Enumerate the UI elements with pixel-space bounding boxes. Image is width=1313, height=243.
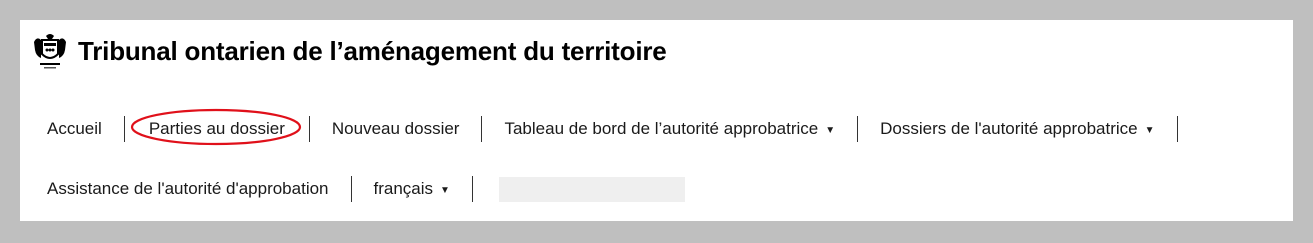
nav-divider: [481, 116, 483, 142]
nav-tableau-de-bord-label: Tableau de bord de l’autorité approbatri…: [504, 119, 819, 138]
nav-dossiers-autorite-label: Dossiers de l'autorité approbatrice: [880, 119, 1138, 138]
nav-divider: [308, 116, 310, 142]
nav-accueil-label: Accueil: [47, 119, 102, 138]
caret-down-icon: ▼: [440, 184, 450, 196]
nav-nouveau-dossier-label: Nouveau dossier: [331, 119, 460, 138]
secondary-nav: Assistance de l'autorité d'approbation f…: [47, 176, 685, 202]
nav-nouveau-dossier[interactable]: Nouveau dossier: [332, 119, 460, 139]
nav-divider: [123, 116, 125, 142]
caret-down-icon: ▼: [825, 124, 836, 136]
nav-dossiers-autorite-dropdown[interactable]: Dossiers de l'autorité approbatrice ▼: [880, 119, 1154, 139]
language-dropdown[interactable]: français ▼: [374, 179, 450, 199]
redacted-user-area: [498, 176, 685, 202]
nav-divider: [471, 176, 473, 202]
primary-nav: Accueil Parties au dossier Nouveau dossi…: [47, 108, 1200, 146]
site-title: Tribunal ontarien de l’aménagement du te…: [78, 35, 667, 66]
nav-tableau-de-bord-dropdown[interactable]: Tableau de bord de l’autorité approbatri…: [504, 119, 835, 139]
caret-down-icon: ▼: [1144, 124, 1155, 136]
nav-divider: [1176, 116, 1178, 142]
nav-assistance[interactable]: Assistance de l'autorité d'approbation: [47, 179, 329, 199]
nav-parties-au-dossier-label: Parties au dossier: [148, 119, 285, 138]
nav-divider: [350, 176, 352, 202]
page-frame: Tribunal ontarien de l’aménagement du te…: [20, 20, 1293, 221]
site-header: Tribunal ontarien de l’aménagement du te…: [32, 32, 667, 70]
nav-divider: [857, 116, 859, 142]
nav-assistance-label: Assistance de l'autorité d'approbation: [47, 179, 329, 198]
language-label: français: [373, 179, 434, 198]
ontario-coat-of-arms-icon: [34, 34, 66, 69]
nav-accueil[interactable]: Accueil: [47, 119, 102, 139]
nav-parties-au-dossier[interactable]: Parties au dossier: [130, 108, 301, 146]
